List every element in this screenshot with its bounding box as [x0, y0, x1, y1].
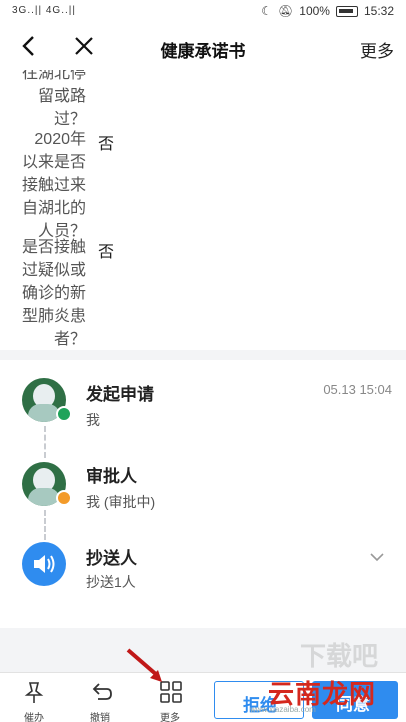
answer-value: 否 — [98, 244, 115, 261]
speaker-glyph-icon — [34, 555, 55, 573]
revoke-button[interactable]: 撤销 — [72, 673, 128, 722]
battery-percent: 100% — [299, 4, 330, 18]
battery-icon — [335, 5, 358, 17]
clock: 15:32 — [363, 4, 394, 18]
flow-connector — [44, 426, 46, 458]
step-title: 发起申请 — [86, 385, 154, 404]
step-subtitle: 我 (审批中) — [86, 494, 156, 510]
more-button[interactable]: 更多 — [360, 37, 394, 62]
step-subtitle: 抄送1人 — [86, 574, 136, 590]
flow-connector — [44, 510, 46, 540]
mute-icon: 🔕︎ — [278, 4, 294, 18]
moon-icon: ☾ — [261, 4, 273, 18]
question-label: 2020年 以来是否 接触过来 自湖北的 人员？ — [21, 131, 86, 240]
check-badge-icon — [56, 406, 72, 422]
answer-value: 否 — [98, 136, 115, 153]
title-bar: 健康承诺书 更多 — [0, 24, 406, 70]
form-section: 往湖北停 留或路 过？ 2020年 以来是否 接触过来 自湖北的 人员？ 否 是… — [0, 70, 406, 350]
watermark-url: www.xiazaiba.com — [250, 705, 316, 714]
question-label: 往湖北停 留或路 过？ — [21, 70, 86, 128]
approval-flow: 发起申请 我 05.13 15:04 审批人 我 (审批中) 抄送人 抄送1人 — [0, 360, 406, 628]
step-subtitle: 我 — [86, 412, 100, 428]
step-title: 抄送人 — [86, 549, 137, 568]
urge-button[interactable]: 催办 — [6, 673, 62, 722]
signal-indicator: 3G..|| 4G..|| — [12, 5, 76, 16]
page-title: 健康承诺书 — [160, 42, 246, 61]
chevron-down-icon[interactable] — [370, 552, 384, 562]
speaker-icon[interactable] — [22, 542, 66, 586]
undo-icon — [92, 683, 112, 700]
watermark-faint: 下载吧 — [300, 641, 379, 671]
status-bar: 3G..|| 4G..|| ☾ 🔕︎ 100% 15:32 — [0, 0, 406, 24]
pending-badge-icon — [56, 490, 72, 506]
step-title: 审批人 — [86, 467, 137, 486]
question-label: 是否接触 过疑似或 确诊的新 型肺炎患 者？ — [21, 239, 86, 348]
step-timestamp: 05.13 15:04 — [323, 382, 392, 397]
pin-icon — [24, 682, 44, 703]
annotation-arrow-icon — [126, 648, 162, 682]
